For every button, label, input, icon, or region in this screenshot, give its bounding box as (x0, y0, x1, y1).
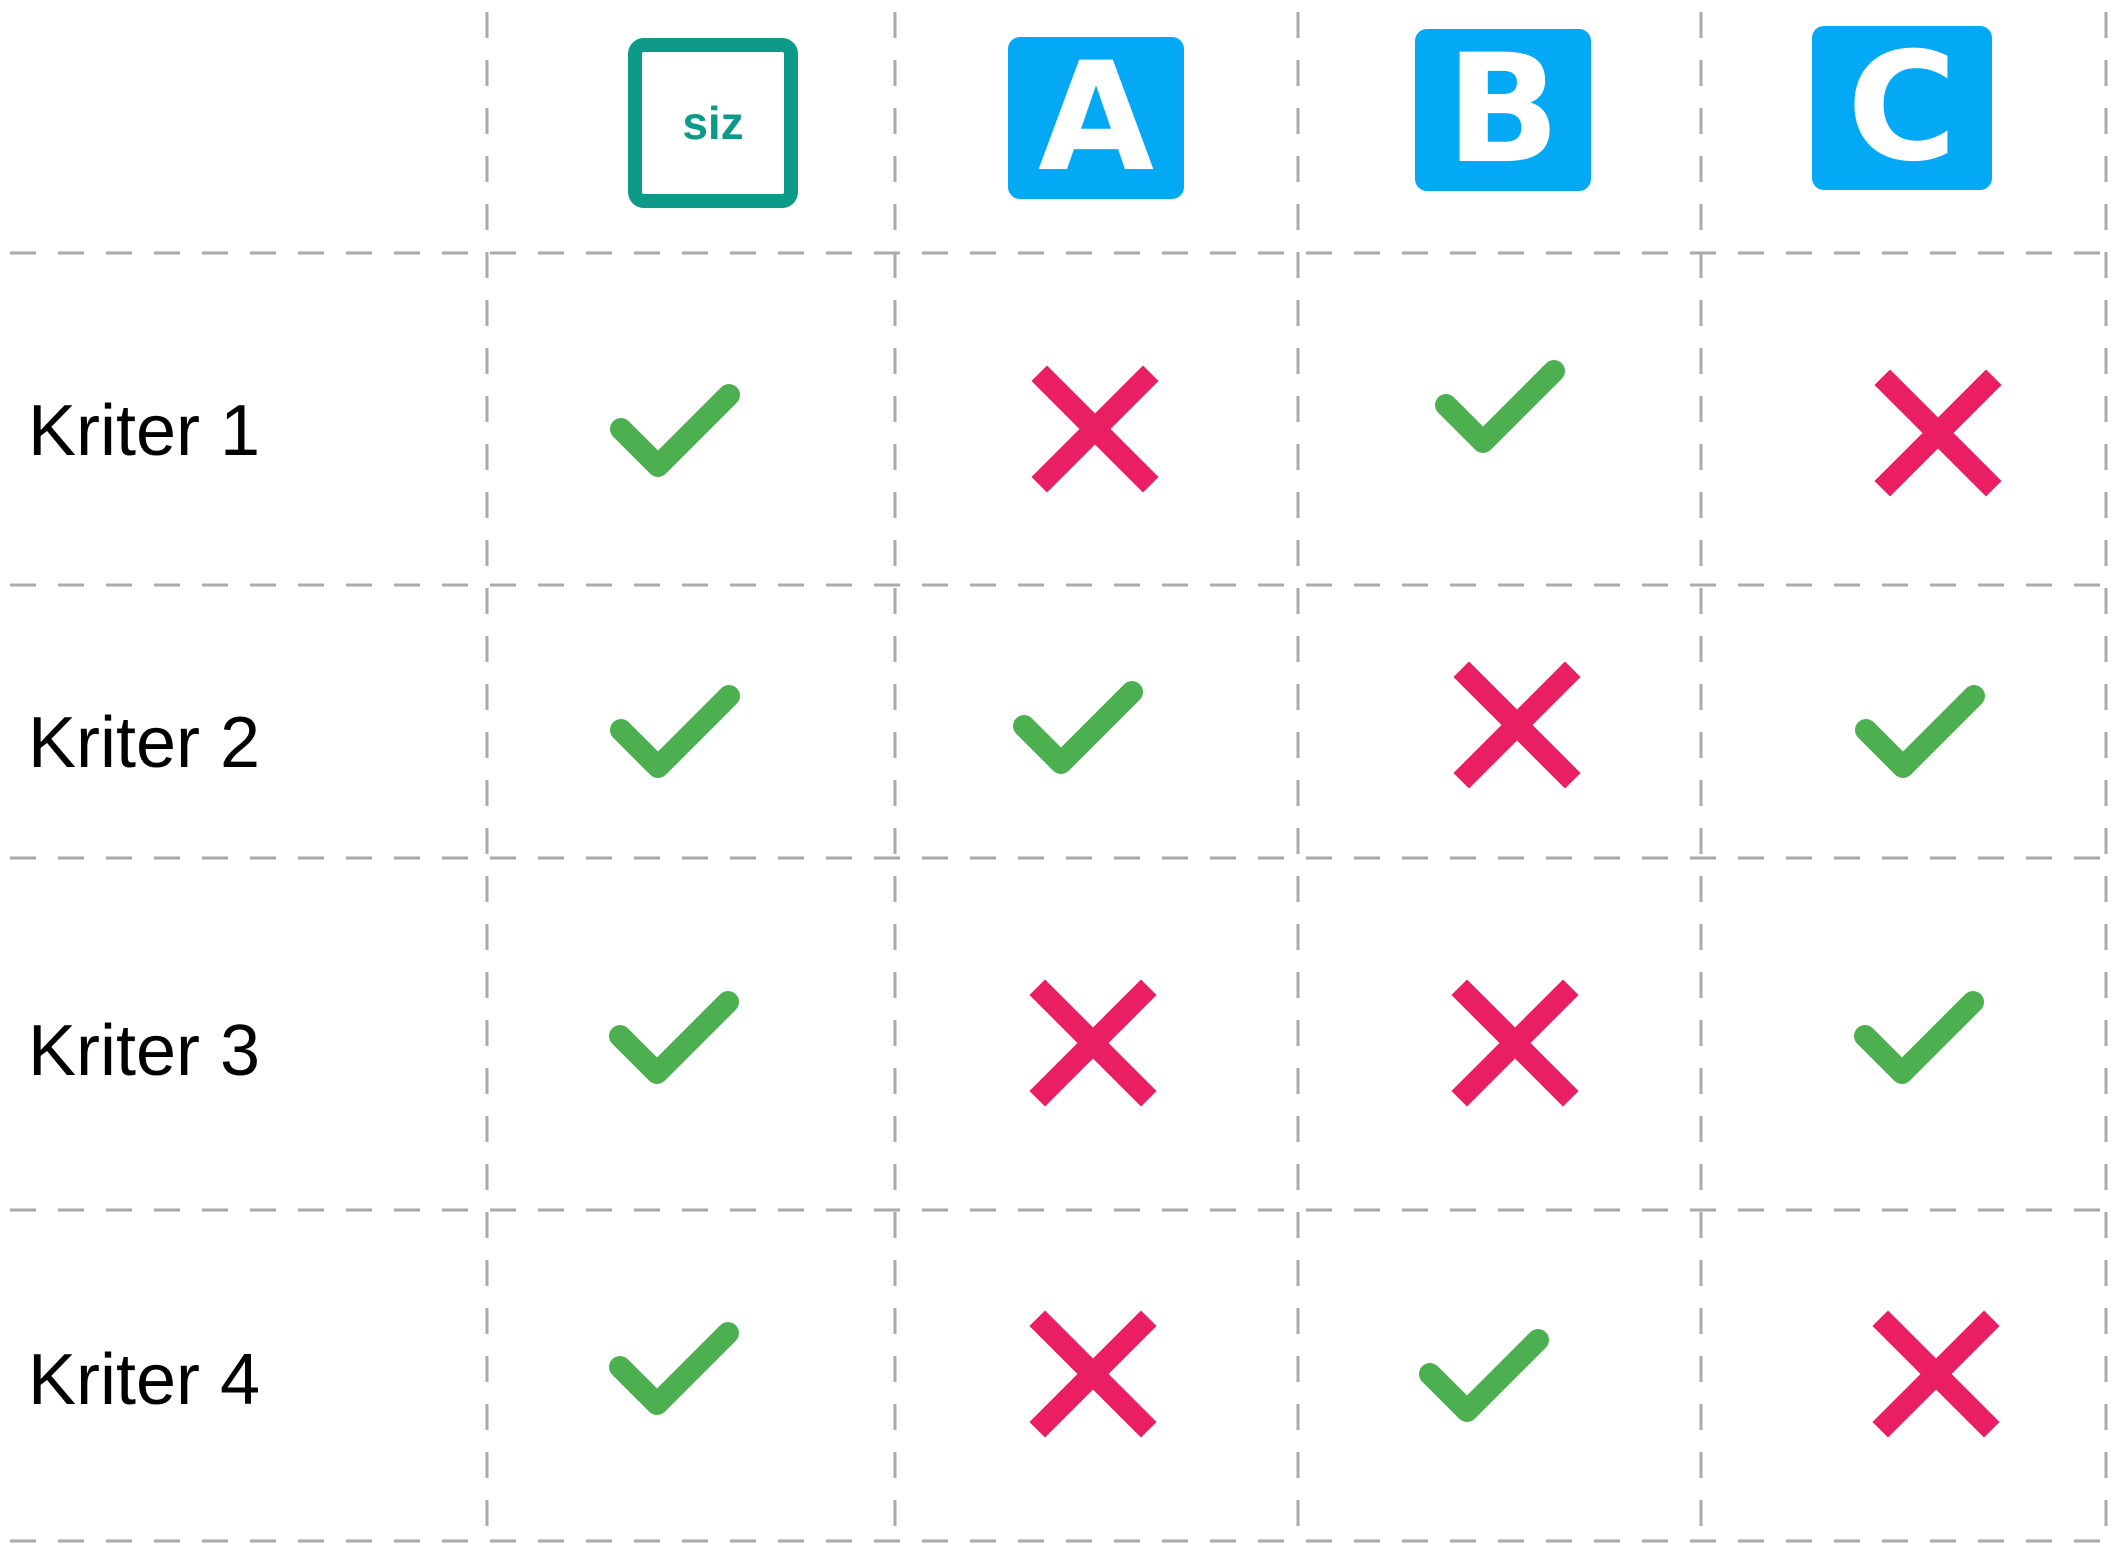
row-3-c-mark (1854, 991, 1984, 1084)
row-2-a-mark (1013, 681, 1143, 774)
row-1-a-mark (1031, 365, 1159, 493)
row-1-siz-mark (610, 384, 740, 477)
row-4-c-mark (1872, 1310, 2000, 1438)
check-icon (1435, 360, 1565, 453)
check-icon (1855, 685, 1985, 778)
row-4-a-mark (1029, 1310, 1157, 1438)
row-1-b-mark (1435, 360, 1565, 453)
check-icon (1419, 1329, 1549, 1422)
row-label-kriter-3: Kriter 3 (28, 1011, 261, 1091)
check-icon (610, 384, 740, 477)
cross-icon (1453, 661, 1581, 789)
siz-logo-label: siz (682, 97, 744, 149)
check-icon (1013, 681, 1143, 774)
cross-icon (1451, 979, 1579, 1107)
cross-icon (1029, 979, 1157, 1107)
row-label-kriter-4: Kriter 4 (28, 1340, 261, 1420)
column-a-label: A (1037, 31, 1155, 205)
column-b-label: B (1445, 23, 1561, 197)
check-icon (610, 685, 740, 778)
cross-icon (1874, 369, 2002, 497)
row-label-kriter-1: Kriter 1 (28, 391, 261, 471)
row-label-kriter-2: Kriter 2 (28, 703, 261, 783)
check-icon (609, 991, 739, 1084)
siz-logo-icon: siz (628, 38, 798, 208)
row-2-c-mark (1855, 685, 1985, 778)
letter-b-icon: B (1415, 23, 1591, 197)
letter-c-icon: C (1812, 21, 1992, 195)
row-3-a-mark (1029, 979, 1157, 1107)
check-icon (609, 1322, 739, 1415)
row-2-siz-mark (610, 685, 740, 778)
row-4-siz-mark (609, 1322, 739, 1415)
cross-icon (1029, 1310, 1157, 1438)
row-4-b-mark (1419, 1329, 1549, 1422)
letter-a-icon: A (1008, 31, 1184, 205)
cross-icon (1031, 365, 1159, 493)
cross-icon (1872, 1310, 2000, 1438)
column-c-label: C (1846, 21, 1958, 195)
row-3-siz-mark (609, 991, 739, 1084)
row-3-b-mark (1451, 979, 1579, 1107)
row-2-b-mark (1453, 661, 1581, 789)
check-icon (1854, 991, 1984, 1084)
row-1-c-mark (1874, 369, 2002, 497)
